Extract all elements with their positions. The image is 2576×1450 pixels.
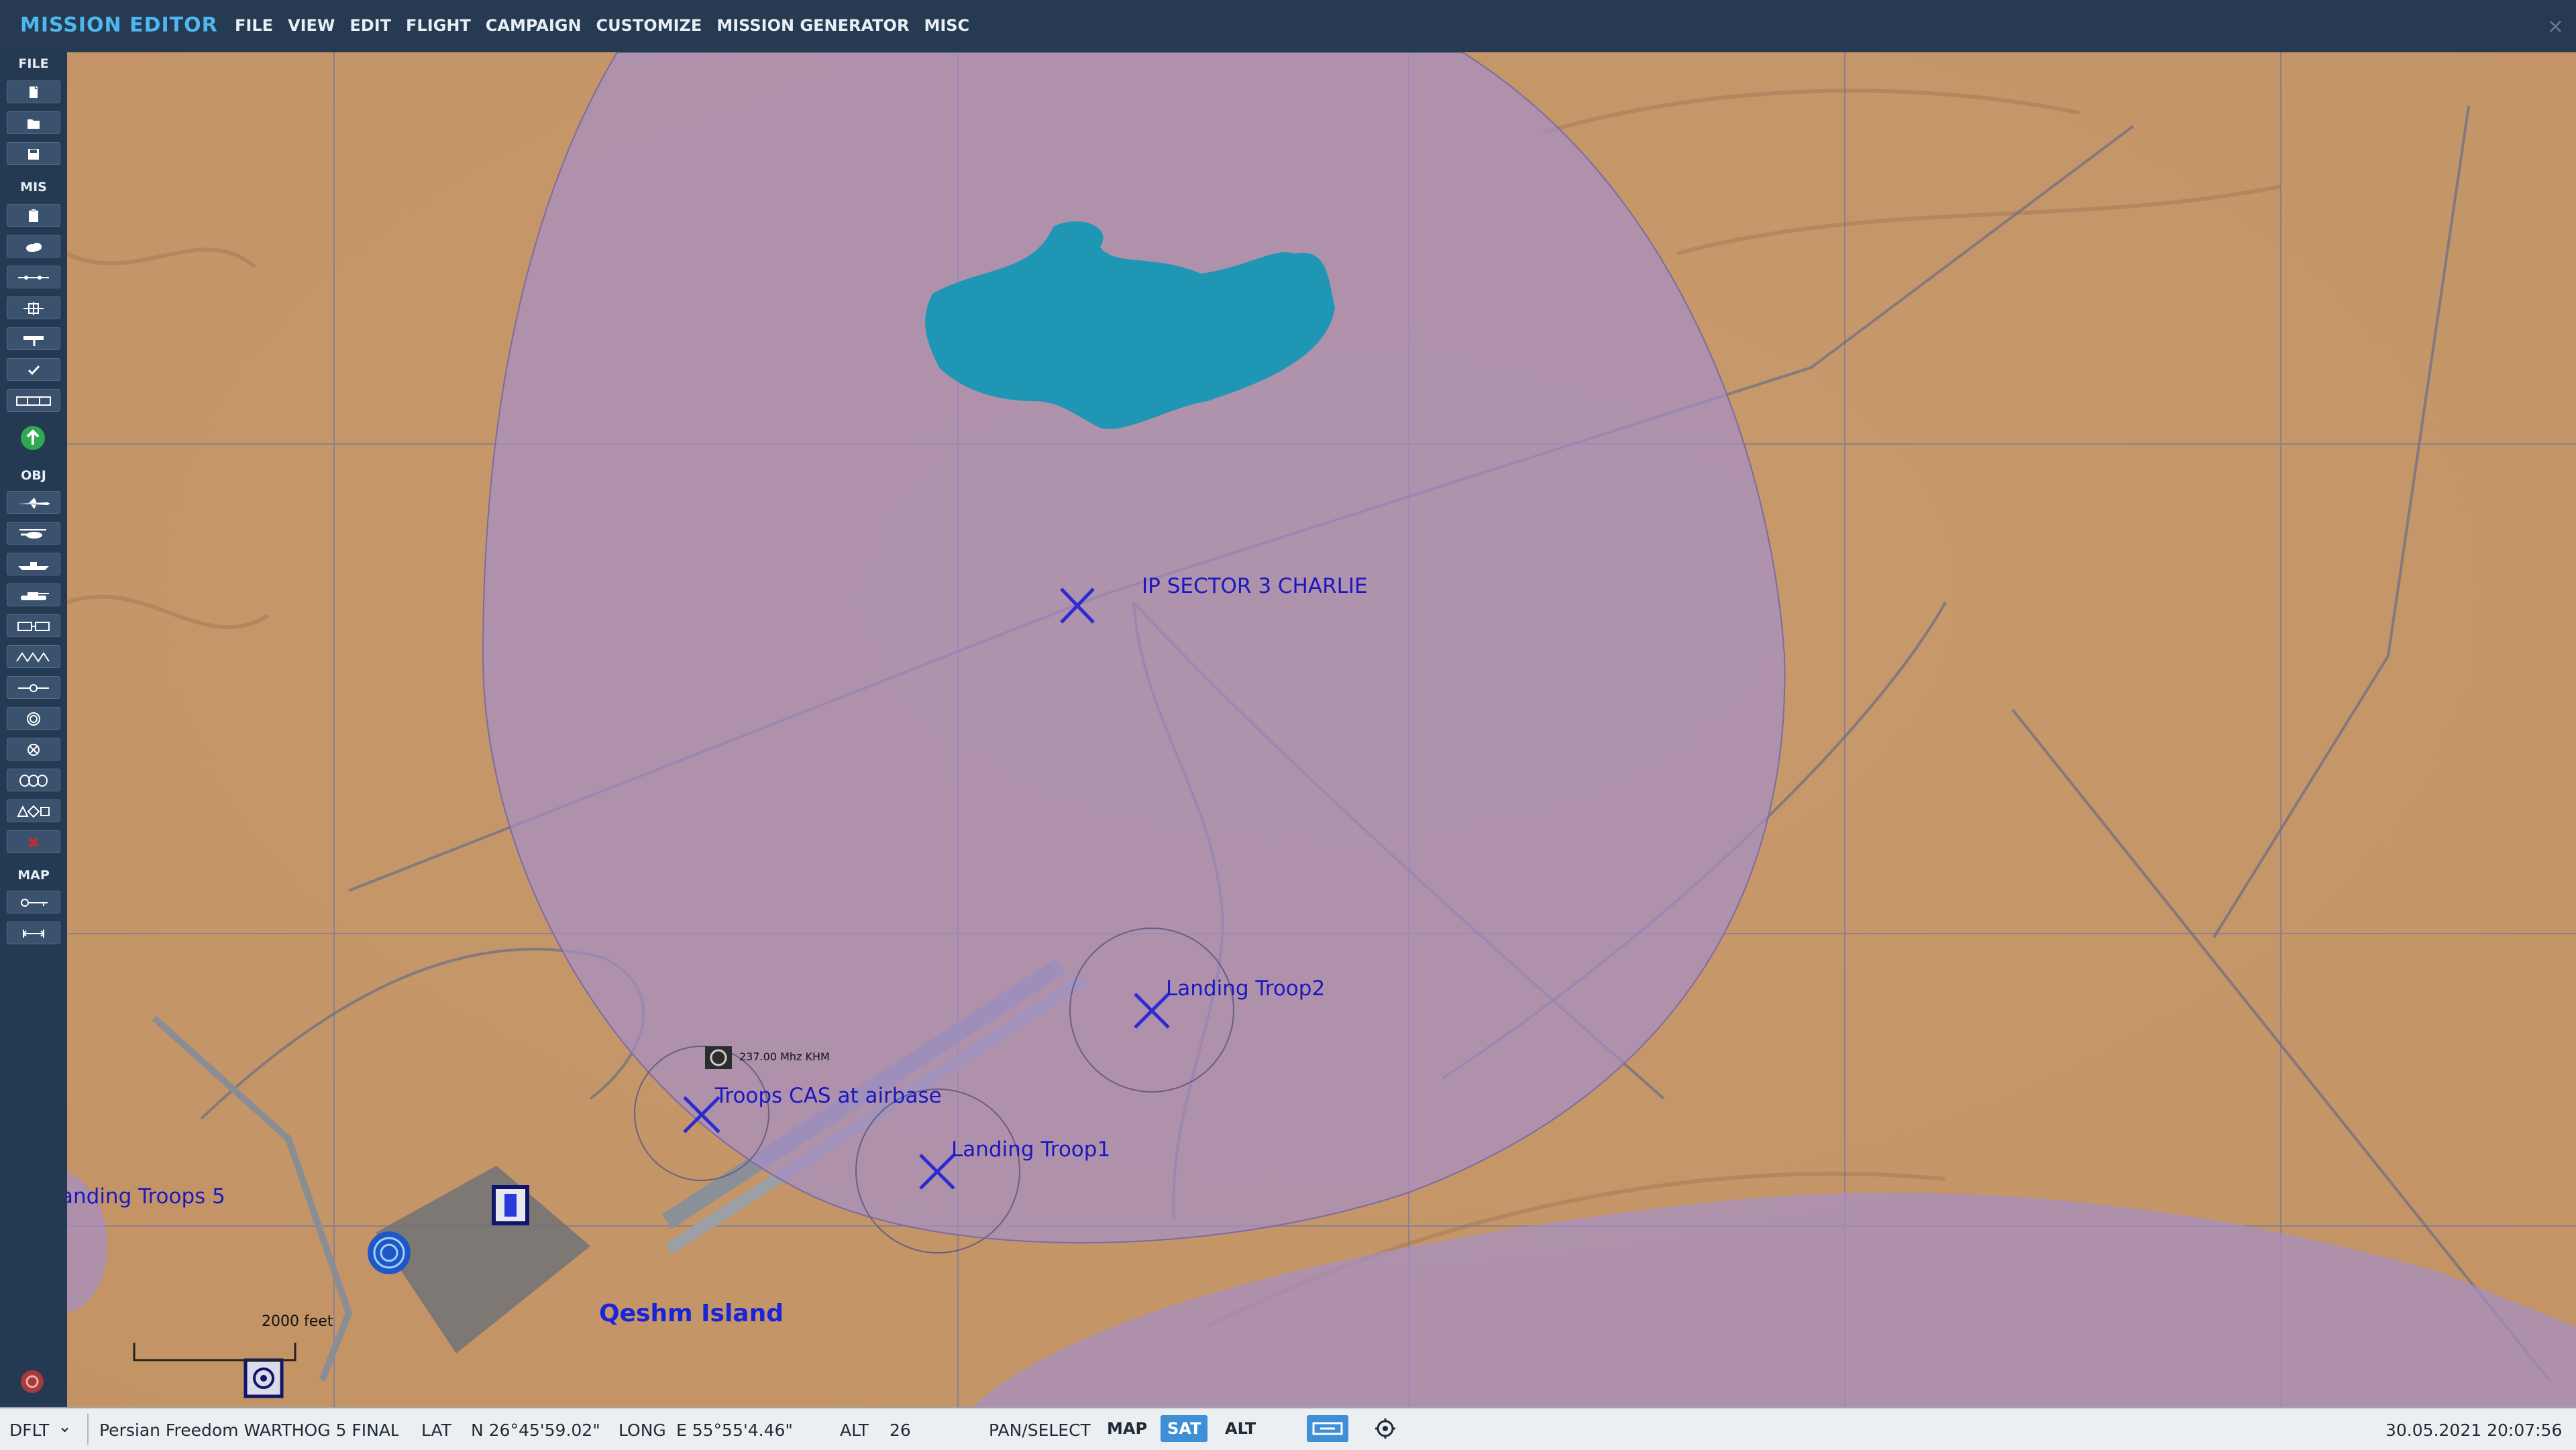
- long-label: LONG: [619, 1420, 666, 1440]
- title-bar: MISSION EDITOR FILE VIEW EDIT FLIGHT CAM…: [0, 0, 2576, 54]
- record-icon[interactable]: [20, 1370, 44, 1394]
- menu-flight[interactable]: FLIGHT: [406, 16, 471, 35]
- long-value: E 55°55'4.46": [676, 1420, 793, 1440]
- layers-icon[interactable]: [1307, 1415, 1348, 1442]
- label-landing-troops-5[interactable]: anding Troops 5: [67, 1184, 225, 1209]
- map-view-button[interactable]: MAP: [1100, 1415, 1154, 1442]
- route-icon[interactable]: [7, 266, 60, 288]
- left-toolbar: FILE MIS OBJ MAP: [0, 52, 68, 1407]
- ship-icon[interactable]: [7, 553, 60, 575]
- plane-icon[interactable]: [7, 491, 60, 514]
- menu-mission-generator[interactable]: MISSION GENERATOR: [716, 16, 909, 35]
- new-file-icon[interactable]: [7, 80, 60, 103]
- checkmark-icon[interactable]: [7, 358, 60, 381]
- lat-value: N 26°45'59.02": [471, 1420, 600, 1440]
- alt-value: 26: [890, 1420, 911, 1440]
- tank-icon[interactable]: [7, 583, 60, 606]
- beacon-symbol: [368, 1231, 411, 1274]
- scale-label: 2000 feet: [262, 1313, 333, 1330]
- shapes-icon[interactable]: [7, 799, 60, 822]
- tacan-frequency-label: 237.00 Mhz KHM: [739, 1050, 830, 1063]
- lat-label: LAT: [421, 1420, 451, 1440]
- label-qeshm-island: Qeshm Island: [599, 1300, 784, 1327]
- menu-file[interactable]: FILE: [235, 16, 273, 35]
- menu-misc[interactable]: MISC: [924, 16, 969, 35]
- zone-ip-sector-3-charlie: [482, 52, 1786, 1243]
- alt-label: ALT: [840, 1420, 869, 1440]
- chevron-down-icon[interactable]: ⌄: [58, 1416, 72, 1436]
- waypoint-icon[interactable]: [7, 676, 60, 699]
- close-icon[interactable]: ×: [2547, 15, 2564, 38]
- label-landing-troop1[interactable]: Landing Troop1: [951, 1137, 1110, 1162]
- save-icon[interactable]: [7, 142, 60, 165]
- panel-icon[interactable]: [7, 389, 60, 412]
- flag-icon[interactable]: [7, 327, 60, 350]
- menu-view[interactable]: VIEW: [288, 16, 335, 35]
- airbase-symbol: [492, 1185, 529, 1225]
- clipboard-icon[interactable]: [7, 204, 60, 227]
- menu-campaign[interactable]: CAMPAIGN: [486, 16, 582, 35]
- delete-icon[interactable]: [7, 830, 60, 853]
- helicopter-icon[interactable]: [7, 522, 60, 545]
- static-object-icon[interactable]: [7, 614, 60, 637]
- target-icon[interactable]: [7, 296, 60, 319]
- menu-bar: FILE VIEW EDIT FLIGHT CAMPAIGN CUSTOMIZE…: [235, 16, 984, 35]
- measure-icon[interactable]: [7, 922, 60, 944]
- section-file-label: FILE: [18, 56, 49, 71]
- map-view[interactable]: IP SECTOR 3 CHARLIE Landing Troop2 Troop…: [67, 52, 2576, 1407]
- ruler-icon[interactable]: [7, 891, 60, 913]
- section-obj-label: OBJ: [21, 468, 46, 483]
- nav-target-icon[interactable]: [7, 738, 60, 761]
- settings-gear-icon[interactable]: [1364, 1415, 1406, 1442]
- mode-label: PAN/SELECT: [989, 1420, 1091, 1440]
- map-canvas[interactable]: [67, 52, 2576, 1407]
- status-bar: DFLT ⌄ Persian Freedom WARTHOG 5 FINAL.m…: [0, 1407, 2576, 1450]
- menu-edit[interactable]: EDIT: [350, 16, 391, 35]
- label-landing-troop2[interactable]: Landing Troop2: [1166, 977, 1325, 1001]
- template-icon[interactable]: [7, 769, 60, 791]
- section-map-label: MAP: [17, 868, 50, 883]
- label-ip-sector-3-charlie[interactable]: IP SECTOR 3 CHARLIE: [1142, 574, 1368, 598]
- tacan-symbol: [705, 1046, 732, 1069]
- green-go-icon[interactable]: [20, 425, 46, 451]
- app-title: MISSION EDITOR: [20, 13, 218, 37]
- section-mis-label: MIS: [20, 180, 47, 194]
- open-folder-icon[interactable]: [7, 111, 60, 134]
- date-time: 30.05.2021 20:07:56: [2385, 1420, 2563, 1440]
- sat-view-button[interactable]: SAT: [1161, 1415, 1208, 1442]
- menu-customize[interactable]: CUSTOMIZE: [596, 16, 702, 35]
- zone-icon[interactable]: [7, 707, 60, 730]
- mission-file-name: Persian Freedom WARTHOG 5 FINAL.miz: [99, 1420, 398, 1440]
- airbase-icon[interactable]: [7, 645, 60, 668]
- label-troops-cas-at-airbase[interactable]: Troops CAS at airbase: [715, 1084, 942, 1108]
- alt-view-button[interactable]: ALT: [1218, 1415, 1263, 1442]
- radar-symbol: [244, 1358, 284, 1398]
- layer-select[interactable]: DFLT: [9, 1420, 49, 1440]
- cloud-icon[interactable]: [7, 235, 60, 258]
